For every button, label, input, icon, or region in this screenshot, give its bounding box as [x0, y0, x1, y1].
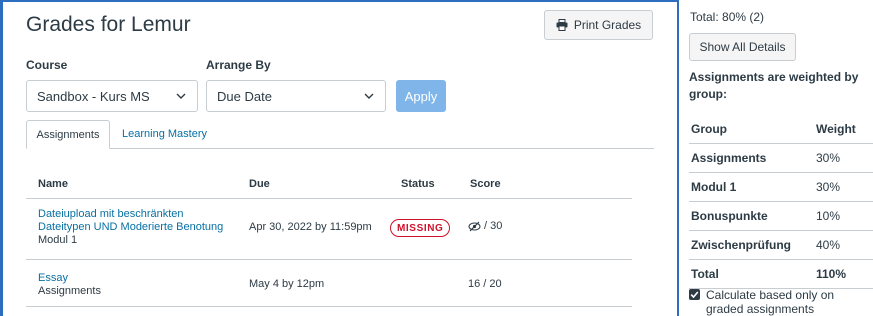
score-value: 16 / 20: [468, 278, 502, 290]
course-select-value: Sandbox - Kurs MS: [37, 88, 150, 104]
eye-slash-icon: [468, 221, 481, 231]
weights-header-weight: Weight: [816, 122, 856, 136]
column-header-status[interactable]: Status: [401, 178, 435, 190]
assignment-group: Assignments: [38, 285, 101, 297]
focus-frame-right: [677, 0, 679, 316]
calculate-graded-only-checkbox[interactable]: [689, 289, 700, 300]
checkmark-icon: [690, 291, 699, 299]
table-divider: [26, 306, 632, 307]
column-header-name[interactable]: Name: [38, 178, 68, 190]
score-value: / 30: [484, 220, 503, 232]
focus-frame-left: [0, 0, 3, 316]
table-row: Essay Assignments: [38, 272, 101, 298]
course-select[interactable]: Sandbox - Kurs MS: [26, 80, 198, 112]
weights-header-group: Group: [691, 122, 727, 136]
tab-assignments[interactable]: Assignments: [26, 120, 110, 149]
apply-button[interactable]: Apply: [396, 80, 446, 112]
assignment-link-continued[interactable]: Dateitypen UND Moderierte Benotung: [38, 221, 223, 234]
weight-value: 30%: [816, 180, 841, 194]
assignment-link[interactable]: Essay: [38, 272, 101, 285]
table-row: Dateiupload mit beschränkten Dateitypen …: [38, 208, 223, 247]
weight-group: Bonuspunkte: [691, 209, 768, 223]
weight-value: 110%: [816, 267, 847, 281]
weight-value: 40%: [816, 238, 841, 252]
page-title: Grades for Lemur: [26, 13, 191, 36]
weights-header-row: Group Weight: [689, 115, 873, 144]
course-label: Course: [26, 58, 68, 72]
tabs-divider: [26, 148, 654, 149]
total-grade: Total: 80% (2): [690, 10, 765, 24]
weight-value: 10%: [816, 209, 841, 223]
table-divider: [26, 259, 632, 260]
weight-group: Total: [691, 267, 719, 281]
tab-learning-mastery[interactable]: Learning Mastery: [122, 128, 207, 140]
weight-group: Modul 1: [691, 180, 737, 194]
arrange-by-label: Arrange By: [206, 58, 271, 72]
printer-icon: [556, 19, 568, 31]
assignment-link[interactable]: Dateiupload mit beschränkten: [38, 208, 223, 221]
due-date: Apr 30, 2022 by 11:59pm: [249, 221, 372, 233]
weight-value: 30%: [816, 151, 841, 165]
calculate-graded-only-label[interactable]: Calculate based only on graded assignmen…: [706, 288, 856, 316]
table-divider: [26, 198, 632, 199]
weight-group: Zwischenprüfung: [691, 238, 791, 252]
weights-row: Modul 1 30%: [689, 173, 873, 202]
weights-row: Zwischenprüfung 40%: [689, 231, 873, 260]
weights-table: Group Weight Assignments 30% Modul 1 30%…: [689, 115, 873, 289]
arrange-by-select-value: Due Date: [217, 88, 272, 104]
weights-row: Assignments 30%: [689, 144, 873, 173]
weights-row: Bonuspunkte 10%: [689, 202, 873, 231]
print-grades-label: Print Grades: [573, 18, 642, 32]
score: / 30: [468, 220, 502, 232]
arrange-by-select[interactable]: Due Date: [206, 80, 386, 112]
focus-frame-top: [0, 0, 679, 2]
column-header-due[interactable]: Due: [249, 178, 270, 190]
show-all-details-button[interactable]: Show All Details: [689, 33, 796, 61]
weight-group: Assignments: [691, 151, 767, 165]
chevron-down-icon: [176, 93, 186, 99]
weights-total-row: Total 110%: [689, 260, 873, 289]
column-header-score[interactable]: Score: [470, 178, 501, 190]
status-badge: MISSING: [390, 219, 451, 237]
assignment-group: Modul 1: [38, 234, 78, 246]
due-date: May 4 by 12pm: [249, 278, 325, 290]
chevron-down-icon: [364, 93, 374, 99]
weighting-note: Assignments are weighted by group:: [689, 70, 859, 101]
print-grades-button[interactable]: Print Grades: [544, 10, 653, 40]
